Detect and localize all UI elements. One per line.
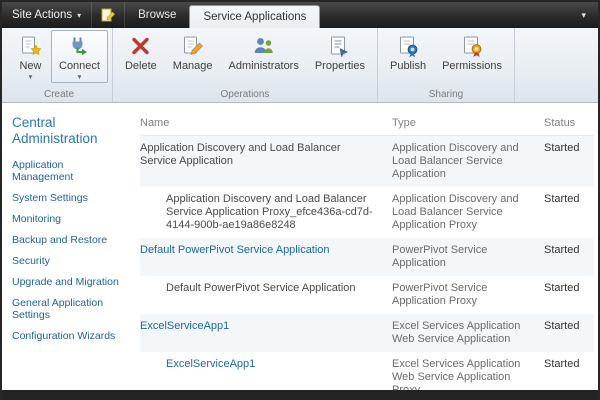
status-badge: Started bbox=[544, 142, 594, 181]
sidebar-item-backup-and-restore[interactable]: Backup and Restore bbox=[12, 234, 124, 246]
table-row[interactable]: Application Discovery and Load Balancer … bbox=[140, 136, 594, 187]
publish-button-label: Publish bbox=[390, 60, 426, 72]
chevron-down-icon: ▼ bbox=[27, 74, 33, 81]
window-bottom-frame bbox=[2, 390, 598, 400]
properties-button[interactable]: Properties bbox=[307, 30, 373, 74]
manage-button-label: Manage bbox=[173, 60, 213, 72]
status-badge: Started bbox=[544, 358, 594, 390]
service-type: PowerPivot Service Application Proxy bbox=[392, 282, 544, 308]
sidebar-item-system-settings[interactable]: System Settings bbox=[12, 192, 124, 204]
status-badge: Started bbox=[544, 244, 594, 270]
service-name: Application Discovery and Load Balancer … bbox=[140, 193, 392, 232]
sidebar-item-application-management[interactable]: Application Management bbox=[12, 159, 124, 183]
edit-page-button[interactable] bbox=[92, 2, 125, 28]
publish-icon bbox=[396, 34, 421, 58]
sidebar-item-general-application-settings[interactable]: General Application Settings bbox=[12, 297, 124, 321]
service-type: Application Discovery and Load Balancer … bbox=[392, 193, 544, 232]
tab-browse-label: Browse bbox=[138, 9, 176, 21]
sidebar-title-central-administration[interactable]: Central Administration bbox=[12, 115, 124, 147]
topbar-collapse-button[interactable]: ▾ bbox=[569, 2, 598, 28]
sharepoint-window: Site Actions ▾ Browse Service Applicatio… bbox=[0, 0, 600, 400]
administrators-button-label: Administrators bbox=[229, 60, 299, 72]
left-navigation: Central Administration Application Manag… bbox=[2, 103, 130, 390]
site-actions-menu[interactable]: Site Actions ▾ bbox=[2, 2, 92, 28]
sidebar-item-upgrade-and-migration[interactable]: Upgrade and Migration bbox=[12, 276, 124, 288]
sidebar-item-configuration-wizards[interactable]: Configuration Wizards bbox=[12, 330, 124, 342]
table-row[interactable]: Default PowerPivot Service Application P… bbox=[140, 238, 594, 276]
service-type: Excel Services Application Web Service A… bbox=[392, 320, 544, 346]
tab-service-applications-label: Service Applications bbox=[203, 11, 306, 23]
connect-button-label: Connect bbox=[59, 60, 100, 72]
delete-icon bbox=[128, 34, 153, 58]
column-header-status[interactable]: Status bbox=[544, 117, 594, 129]
page-edit-icon bbox=[100, 7, 116, 23]
service-applications-list: Name Type Status Application Discovery a… bbox=[130, 103, 598, 390]
ribbon-group-create: New ▼ Connect ▼ Create bbox=[6, 28, 113, 102]
connect-button[interactable]: Connect ▼ bbox=[51, 30, 108, 83]
ribbon-group-operations: Delete Manage bbox=[113, 28, 378, 102]
chevron-down-icon: ▼ bbox=[76, 74, 82, 81]
ribbon: New ▼ Connect ▼ Create bbox=[2, 28, 598, 103]
table-header-row: Name Type Status bbox=[140, 113, 594, 136]
table-row[interactable]: ExcelServiceApp1 Excel Services Applicat… bbox=[140, 314, 594, 352]
content-area: Central Administration Application Manag… bbox=[2, 103, 598, 390]
delete-button-label: Delete bbox=[125, 60, 157, 72]
service-name: Default PowerPivot Service Application bbox=[140, 282, 392, 308]
sidebar-item-security[interactable]: Security bbox=[12, 255, 124, 267]
ribbon-group-operations-label: Operations bbox=[117, 89, 373, 102]
properties-button-label: Properties bbox=[315, 60, 365, 72]
service-name-link[interactable]: Default PowerPivot Service Application bbox=[140, 244, 392, 270]
service-type: PowerPivot Service Application bbox=[392, 244, 544, 270]
tab-browse[interactable]: Browse bbox=[125, 2, 189, 28]
new-button-label: New bbox=[19, 60, 41, 72]
chevron-down-icon: ▾ bbox=[77, 11, 81, 20]
site-actions-label: Site Actions bbox=[12, 9, 72, 21]
service-type: Excel Services Application Web Service A… bbox=[392, 358, 544, 390]
service-type: Application Discovery and Load Balancer … bbox=[392, 142, 544, 181]
permissions-icon bbox=[460, 34, 485, 58]
status-badge: Started bbox=[544, 282, 594, 308]
publish-button[interactable]: Publish bbox=[382, 30, 434, 74]
chevron-down-icon: ▾ bbox=[581, 10, 586, 21]
sidebar-item-monitoring[interactable]: Monitoring bbox=[12, 213, 124, 225]
ribbon-group-sharing-label: Sharing bbox=[382, 89, 510, 102]
delete-button[interactable]: Delete bbox=[117, 30, 165, 74]
administrators-icon bbox=[251, 34, 276, 58]
new-button[interactable]: New ▼ bbox=[10, 30, 51, 83]
ribbon-group-sharing: Publish Permissions Sharing bbox=[378, 28, 515, 102]
manage-button[interactable]: Manage bbox=[165, 30, 221, 74]
column-header-name[interactable]: Name bbox=[140, 117, 392, 129]
topbar-spacer bbox=[320, 2, 569, 28]
permissions-button-label: Permissions bbox=[442, 60, 502, 72]
connect-icon bbox=[67, 34, 92, 58]
table-row[interactable]: Application Discovery and Load Balancer … bbox=[140, 187, 594, 238]
manage-icon bbox=[180, 34, 205, 58]
top-bar: Site Actions ▾ Browse Service Applicatio… bbox=[2, 2, 598, 28]
service-name-link[interactable]: ExcelServiceApp1 bbox=[140, 320, 392, 346]
column-header-type[interactable]: Type bbox=[392, 117, 544, 129]
table-row[interactable]: ExcelServiceApp1 Excel Services Applicat… bbox=[140, 352, 594, 390]
service-name-link[interactable]: ExcelServiceApp1 bbox=[140, 358, 392, 390]
new-icon bbox=[18, 34, 43, 58]
permissions-button[interactable]: Permissions bbox=[434, 30, 510, 74]
status-badge: Started bbox=[544, 320, 594, 346]
properties-icon bbox=[327, 34, 352, 58]
table-row[interactable]: Default PowerPivot Service Application P… bbox=[140, 276, 594, 314]
service-name: Application Discovery and Load Balancer … bbox=[140, 142, 392, 181]
ribbon-group-create-label: Create bbox=[10, 89, 108, 102]
administrators-button[interactable]: Administrators bbox=[221, 30, 307, 74]
status-badge: Started bbox=[544, 193, 594, 232]
tab-service-applications[interactable]: Service Applications bbox=[189, 5, 320, 28]
